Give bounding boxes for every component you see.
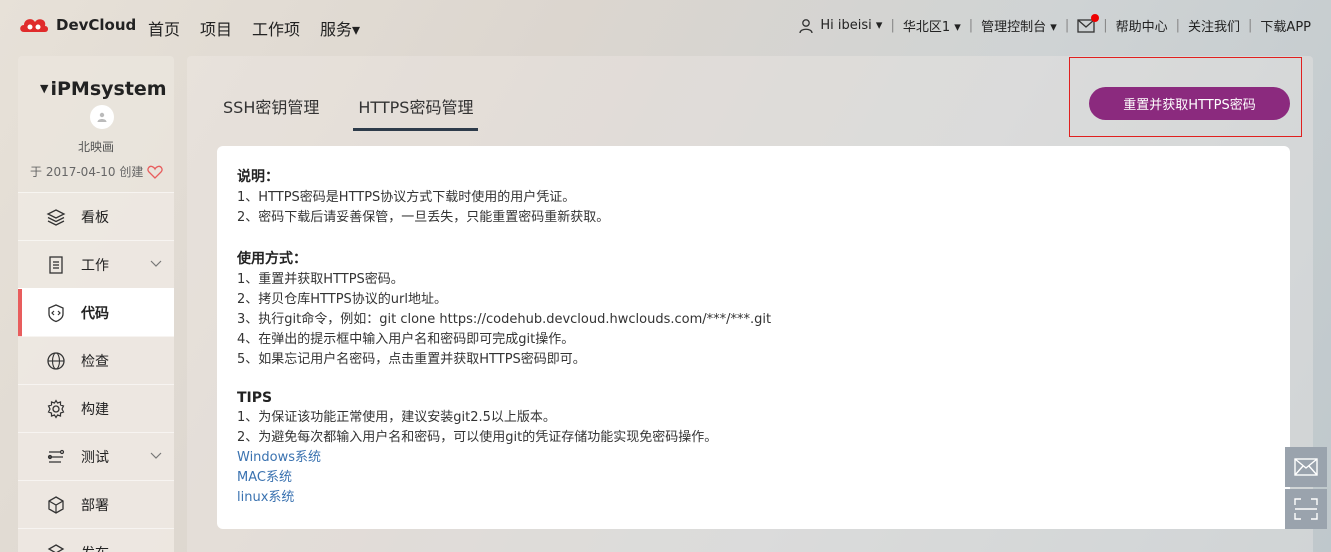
- tab-ssh-keys[interactable]: SSH密钥管理: [223, 94, 319, 131]
- sidebar-item-label: 工作: [81, 257, 109, 274]
- description-title: 说明：: [237, 169, 279, 185]
- test-icon: [47, 449, 65, 463]
- nav-workitems[interactable]: 工作项: [252, 16, 300, 40]
- instructions-card: 说明： 1、HTTPS密码是HTTPS协议方式下载时使用的用户凭证。 2、密码下…: [217, 146, 1290, 529]
- main-nav: 首页 项目 工作项 服务▾: [148, 16, 380, 40]
- sidebar-item-label: 看板: [81, 209, 109, 226]
- created-date: 于 2017-04-10 创建: [30, 163, 164, 180]
- usage-line: 5、如果忘记用户名密码，点击重置并获取HTTPS密码即可。: [237, 352, 586, 367]
- sidebar-item-label: 代码: [81, 305, 109, 322]
- top-bar: DevCloud 首页 项目 工作项 服务▾ Hi ibeisi ▾ | 华北区…: [0, 0, 1331, 52]
- usage-line: 2、拷贝仓库HTTPS协议的url地址。: [237, 292, 447, 307]
- user-menu[interactable]: Hi ibeisi ▾: [798, 18, 882, 34]
- sidebar-item-label: 部署: [81, 497, 109, 514]
- tips-line: 1、为保证该功能正常使用，建议安装git2.5以上版本。: [237, 410, 556, 425]
- console-menu[interactable]: 管理控制台 ▾: [981, 16, 1057, 35]
- messages-button[interactable]: [1077, 13, 1100, 33]
- sidebar-item-test[interactable]: 测试: [18, 432, 174, 480]
- sidebar-item-label: 发布: [81, 543, 109, 552]
- created-date-text: 于 2017-04-10 创建: [30, 165, 144, 179]
- scan-button[interactable]: [1285, 489, 1327, 529]
- nav-projects[interactable]: 项目: [200, 16, 232, 40]
- follow-us-link[interactable]: 关注我们: [1188, 16, 1240, 35]
- floating-tools: [1285, 447, 1327, 531]
- nav-services[interactable]: 服务▾: [320, 16, 360, 40]
- avatar-user-icon: [97, 112, 107, 122]
- heart-icon[interactable]: [147, 165, 164, 179]
- main-panel: SSH密钥管理 HTTPS密码管理 重置并获取HTTPS密码 说明： 1、HTT…: [187, 56, 1313, 552]
- avatar[interactable]: [90, 105, 114, 129]
- nav-right: Hi ibeisi ▾ | 华北区1 ▾ | 管理控制台 ▾ | | 帮助中心 …: [798, 13, 1311, 35]
- project-name: iPMsystem: [50, 78, 167, 100]
- code-icon: [48, 303, 64, 322]
- nav-separator: |: [1064, 18, 1070, 33]
- mail-icon: [1294, 458, 1318, 476]
- help-center-link[interactable]: 帮助中心: [1116, 16, 1168, 35]
- linux-link[interactable]: linux系统: [237, 488, 1270, 508]
- gear-icon: [47, 398, 65, 419]
- nav-home[interactable]: 首页: [148, 16, 180, 40]
- user-icon: [799, 18, 814, 33]
- caret-down-icon: ▼: [40, 82, 49, 95]
- tab-https-password[interactable]: HTTPS密码管理: [353, 94, 479, 131]
- chevron-down-icon: [150, 452, 162, 459]
- sidebar-item-check[interactable]: 检查: [18, 336, 174, 384]
- brand-name: DevCloud: [56, 16, 137, 34]
- reset-https-password-button[interactable]: 重置并获取HTTPS密码: [1089, 87, 1290, 120]
- nav-separator: |: [1103, 18, 1108, 33]
- cloud-logo-icon: [20, 19, 48, 32]
- scan-icon: [1294, 498, 1318, 520]
- project-switcher[interactable]: ▼ iPMsystem: [40, 78, 167, 100]
- layers-icon: [46, 208, 66, 226]
- cube-icon: [48, 495, 64, 514]
- notification-dot: [1091, 13, 1100, 22]
- project-owner: 北映画: [77, 140, 114, 154]
- chevron-down-icon: [150, 260, 162, 267]
- key-tabs: SSH密钥管理 HTTPS密码管理: [223, 94, 512, 131]
- download-app-link[interactable]: 下载APP: [1260, 16, 1311, 35]
- sidebar-item-label: 构建: [81, 401, 109, 418]
- sidebar-item-work[interactable]: 工作: [18, 240, 174, 288]
- region-select[interactable]: 华北区1 ▾: [903, 16, 961, 35]
- nav-separator: |: [968, 18, 974, 33]
- project-sidebar: ▼ iPMsystem 北映画 于 2017-04-10 创建 看板 工作 代码…: [18, 56, 174, 552]
- devcloud-logo[interactable]: DevCloud: [18, 14, 136, 36]
- nav-separator: |: [1175, 18, 1181, 33]
- sidebar-item-code[interactable]: 代码: [18, 288, 174, 337]
- nav-separator: |: [890, 18, 895, 33]
- sidebar-item-label: 检查: [81, 353, 109, 370]
- mac-link[interactable]: MAC系统: [237, 468, 1270, 488]
- usage-title: 使用方式：: [237, 251, 307, 267]
- list-icon: [49, 255, 63, 274]
- sidebar-menu: 看板 工作 代码 检查 构建 测试 部署: [18, 192, 174, 552]
- usage-line: 3、执行git命令，例如：git clone https://codehub.d…: [237, 312, 772, 327]
- sidebar-item-label: 测试: [81, 449, 109, 466]
- globe-check-icon: [47, 351, 65, 370]
- usage-line: 1、重置并获取HTTPS密码。: [237, 272, 404, 287]
- sidebar-item-build[interactable]: 构建: [18, 384, 174, 432]
- sidebar-item-board[interactable]: 看板: [18, 192, 174, 240]
- tips-title: TIPS: [237, 390, 273, 406]
- user-greeting: Hi ibeisi ▾: [820, 18, 883, 33]
- tips-line: 2、为避免每次都输入用户名和密码，可以使用git的凭证存储功能实现免密码操作。: [237, 430, 718, 445]
- nav-separator: |: [1248, 18, 1253, 33]
- description-line: 1、HTTPS密码是HTTPS协议方式下载时使用的用户凭证。: [237, 190, 576, 205]
- windows-link[interactable]: Windows系统: [237, 448, 1270, 468]
- release-icon: [47, 543, 65, 552]
- usage-line: 4、在弹出的提示框中输入用户名和密码即可完成git操作。: [237, 332, 575, 347]
- feedback-mail-button[interactable]: [1285, 447, 1327, 487]
- sidebar-item-deploy[interactable]: 部署: [18, 480, 174, 528]
- sidebar-item-release[interactable]: 发布: [18, 528, 174, 552]
- description-line: 2、密码下载后请妥善保管，一旦丢失，只能重置密码重新获取。: [237, 210, 610, 225]
